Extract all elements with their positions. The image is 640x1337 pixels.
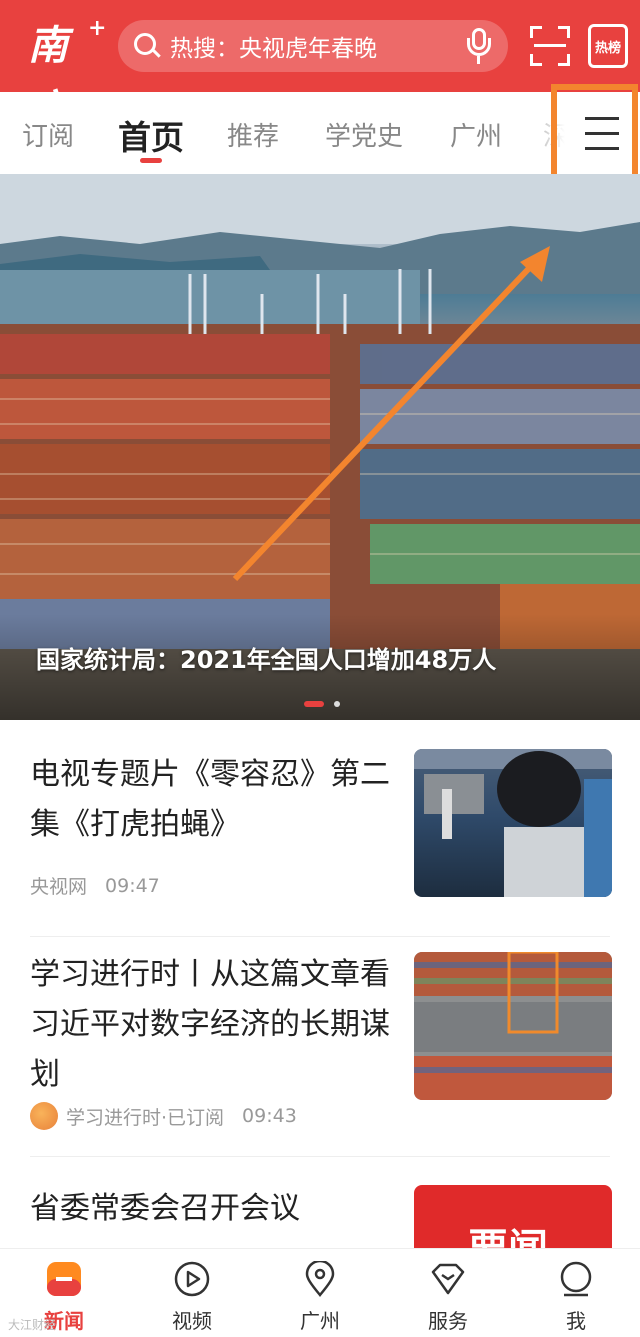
nav-profile[interactable]: 我	[536, 1257, 616, 1337]
menu-highlight-box	[551, 84, 638, 188]
source-avatar	[30, 1102, 58, 1130]
hot-list-button[interactable]: 热榜	[588, 24, 628, 68]
news-time: 09:47	[105, 874, 160, 897]
news-time: 09:43	[242, 1105, 297, 1127]
news-meta: 学习进行时·已订阅 09:43	[30, 1102, 297, 1130]
nav-guangzhou[interactable]: 广州	[280, 1257, 360, 1337]
news-title: 学习进行时丨从这篇文章看习近平对数字经济的长期谋划	[30, 957, 390, 1092]
tab-home[interactable]: 首页	[118, 111, 184, 159]
service-icon	[430, 1261, 466, 1297]
profile-icon	[558, 1261, 594, 1297]
news-item[interactable]: 省委常委会召开会议 要闻	[0, 1158, 640, 1249]
microphone-icon[interactable]	[464, 26, 494, 66]
bottom-navigation: 新闻 视频 广州 服务 我	[0, 1248, 640, 1337]
news-source: 央视网	[30, 876, 88, 898]
app-logo[interactable]: 南方 +	[28, 14, 106, 133]
news-thumbnail: 要闻	[414, 1185, 612, 1249]
search-icon	[132, 31, 162, 61]
list-divider	[30, 936, 610, 937]
news-meta: 央视网 09:47	[30, 872, 160, 899]
video-icon	[174, 1261, 210, 1297]
tab-guangzhou[interactable]: 广州	[450, 116, 502, 153]
logo-plus: +	[88, 15, 106, 41]
channel-tabs: 订阅 首页 推荐 学党史 广州 深	[0, 92, 640, 174]
tab-party-history[interactable]: 学党史	[325, 116, 403, 153]
search-bar[interactable]: 热搜：央视虎年春晚	[118, 20, 508, 72]
news-thumbnail	[414, 952, 612, 1100]
carousel-dot	[334, 701, 340, 707]
carousel-dot-active	[304, 701, 324, 707]
news-item[interactable]: 学习进行时丨从这篇文章看习近平对数字经济的长期谋划 学习进行时·已订阅 09:4…	[0, 938, 640, 1156]
nav-service[interactable]: 服务	[408, 1257, 488, 1337]
active-tab-indicator	[140, 158, 162, 163]
news-source: 学习进行时·已订阅	[66, 1106, 225, 1129]
search-hot-keyword: 热搜：央视虎年春晚	[170, 36, 377, 62]
top-bar: 南方 + 热搜：央视虎年春晚 热榜	[0, 0, 640, 133]
thumbnail-text: 要闻	[468, 1226, 548, 1249]
scan-icon[interactable]	[530, 26, 570, 66]
list-divider	[30, 1156, 610, 1157]
hero-title: 国家统计局：2021年全国人口增加48万人	[36, 646, 497, 674]
tab-recommend[interactable]: 推荐	[227, 116, 279, 153]
news-title: 电视专题片《零容忍》第二集《打虎拍蝇》	[30, 757, 390, 842]
location-icon	[302, 1259, 338, 1297]
watermark: 大江财经	[8, 1318, 57, 1332]
news-thumbnail	[414, 749, 612, 897]
nav-video[interactable]: 视频	[152, 1257, 232, 1337]
hero-banner[interactable]: 国家统计局：2021年全国人口增加48万人	[0, 174, 640, 720]
news-item[interactable]: 电视专题片《零容忍》第二集《打虎拍蝇》 央视网 09:47	[0, 720, 640, 938]
news-icon	[46, 1261, 82, 1297]
tab-subscribe[interactable]: 订阅	[22, 116, 74, 153]
news-title: 省委常委会召开会议	[30, 1191, 300, 1226]
hero-image	[0, 174, 640, 720]
